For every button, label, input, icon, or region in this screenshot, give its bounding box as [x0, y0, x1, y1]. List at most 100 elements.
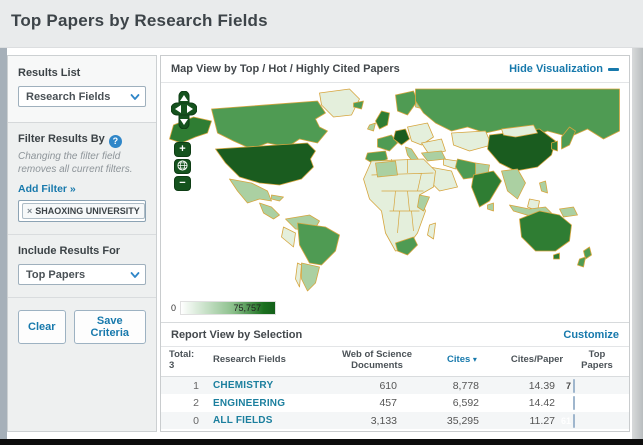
report-view-title: Report View by Selection	[171, 328, 303, 341]
country-india[interactable]	[471, 170, 502, 208]
include-results-label: Include Results For	[18, 245, 121, 257]
column-header-top-papers[interactable]: Top Papers	[573, 349, 621, 372]
results-list-label: Results List	[18, 67, 81, 79]
table-row: 2 ENGINEERING 457 6,592 14.42 14	[161, 394, 629, 412]
research-field-link[interactable]: ALL FIELDS	[213, 415, 331, 426]
cites-value: 8,778	[452, 379, 479, 392]
top-papers-cell: 7	[566, 378, 621, 393]
report-table-head: Total: 3 Research Fields Web of Science …	[161, 347, 629, 377]
column-header-cites-per-paper[interactable]: Cites/Paper	[501, 355, 573, 366]
column-header-cites[interactable]: Cites ▾	[423, 354, 501, 366]
world-view-button[interactable]	[174, 159, 191, 174]
map-legend: 0 75,757	[171, 301, 277, 315]
country-region[interactable]	[487, 202, 494, 212]
top-papers-cell: 14	[561, 396, 621, 411]
left-edge-strip	[0, 48, 7, 439]
filter-results-label-text: Filter Results By	[18, 133, 105, 145]
legend-max-value: 75,757	[233, 303, 262, 313]
wos-documents-value: 610	[379, 379, 397, 392]
total-count: Total: 3	[169, 349, 213, 372]
zoom-in-button[interactable]: +	[174, 142, 191, 157]
filter-tag-label: SHAOXING UNIVERSITY	[35, 206, 140, 216]
include-results-section: Include Results For Top Papers	[8, 235, 156, 298]
country-region[interactable]	[553, 252, 560, 260]
globe-icon	[177, 160, 188, 171]
country-uk[interactable]	[375, 110, 390, 130]
minus-icon	[608, 67, 619, 71]
bottom-edge-bar	[0, 439, 643, 445]
add-filter-link[interactable]: Add Filter »	[18, 183, 146, 195]
country-argentina[interactable]	[301, 262, 320, 292]
total-label: Total:	[169, 349, 195, 360]
include-results-select[interactable]: Top Papers	[18, 264, 146, 285]
country-region[interactable]	[271, 194, 284, 202]
country-region[interactable]	[417, 194, 430, 212]
map-controls: + −	[170, 90, 199, 191]
page-header: Top Papers by Research Fields	[0, 0, 643, 48]
country-region[interactable]	[259, 202, 280, 220]
legend-gradient-bar: 75,757	[180, 301, 277, 315]
country-new-guinea[interactable]	[559, 206, 578, 218]
save-criteria-button[interactable]: Save Criteria	[73, 310, 146, 344]
country-kazakhstan[interactable]	[451, 130, 492, 152]
country-new-zealand[interactable]	[577, 246, 592, 268]
top-papers-bar: 61	[561, 413, 575, 428]
filter-input[interactable]: × SHAOXING UNIVERSITY	[18, 200, 146, 222]
country-ireland[interactable]	[367, 122, 376, 132]
right-scrollbar-strip[interactable]	[632, 48, 643, 439]
top-papers-bar: 7	[566, 378, 575, 393]
filter-results-section: Filter Results By? Changing the filter f…	[8, 123, 156, 235]
chevron-down-icon	[130, 271, 140, 278]
column-header-wos-documents[interactable]: Web of Science Documents	[331, 349, 423, 372]
country-south-korea[interactable]	[551, 140, 558, 152]
main-panel: Map View by Top / Hot / Highly Cited Pap…	[160, 55, 630, 432]
country-madagascar[interactable]	[427, 222, 436, 240]
page-title: Top Papers by Research Fields	[11, 11, 268, 30]
research-field-link[interactable]: ENGINEERING	[213, 398, 331, 409]
sidebar-buttons: Clear Save Criteria	[8, 298, 156, 356]
country-southeast-asia[interactable]	[501, 168, 526, 200]
top-papers-cell: 61	[561, 413, 621, 428]
report-table-body: 1 CHEMISTRY 610 8,778 14.39 7 2 ENGINEER…	[161, 376, 629, 430]
row-rank: 1	[193, 379, 199, 392]
world-choropleth-map[interactable]	[167, 87, 623, 297]
top-papers-bar: 14	[561, 396, 575, 411]
legend-min-value: 0	[171, 303, 177, 313]
zoom-out-button[interactable]: −	[174, 176, 191, 191]
filters-sidebar: Results List Research Fields Filter Resu…	[7, 55, 157, 432]
map-view-title: Map View by Top / Hot / Highly Cited Pap…	[171, 63, 400, 75]
include-results-selected: Top Papers	[26, 268, 86, 281]
customize-link[interactable]: Customize	[563, 329, 619, 341]
hide-visualization-link[interactable]: Hide Visualization	[509, 63, 619, 75]
country-canada[interactable]	[211, 100, 328, 150]
pan-control[interactable]	[170, 90, 198, 130]
country-algeria[interactable]	[375, 160, 398, 178]
report-table: Total: 3 Research Fields Web of Science …	[161, 347, 629, 430]
country-region[interactable]	[281, 226, 296, 248]
map-area: + − 0 75,757	[161, 83, 629, 322]
clear-button[interactable]: Clear	[18, 310, 66, 344]
filter-results-label: Filter Results By?	[18, 133, 146, 148]
filter-tag: × SHAOXING UNIVERSITY	[22, 203, 145, 219]
country-philippines[interactable]	[539, 180, 548, 194]
country-turkey[interactable]	[421, 150, 446, 162]
row-rank: 2	[193, 397, 199, 410]
help-icon[interactable]: ?	[108, 135, 122, 148]
results-list-selected: Research Fields	[26, 90, 111, 103]
country-brazil[interactable]	[297, 222, 340, 266]
filter-note: Changing the filter field removes all cu…	[18, 151, 133, 175]
country-region[interactable]	[295, 262, 302, 288]
chevron-down-icon	[130, 93, 140, 100]
remove-tag-icon[interactable]: ×	[27, 206, 32, 216]
cites-per-paper-value: 14.39	[528, 379, 555, 392]
report-view-header: Report View by Selection Customize	[161, 322, 629, 347]
table-row: 1 CHEMISTRY 610 8,778 14.39 7	[161, 376, 629, 395]
hide-visualization-label: Hide Visualization	[509, 63, 603, 75]
research-field-link[interactable]: CHEMISTRY	[213, 380, 331, 391]
country-scandinavia[interactable]	[395, 90, 418, 116]
country-usa[interactable]	[215, 142, 316, 186]
cites-header-label: Cites	[447, 354, 471, 366]
sort-descending-icon: ▾	[472, 355, 477, 365]
column-header-research-fields[interactable]: Research Fields	[213, 355, 331, 366]
results-list-select[interactable]: Research Fields	[18, 86, 146, 107]
